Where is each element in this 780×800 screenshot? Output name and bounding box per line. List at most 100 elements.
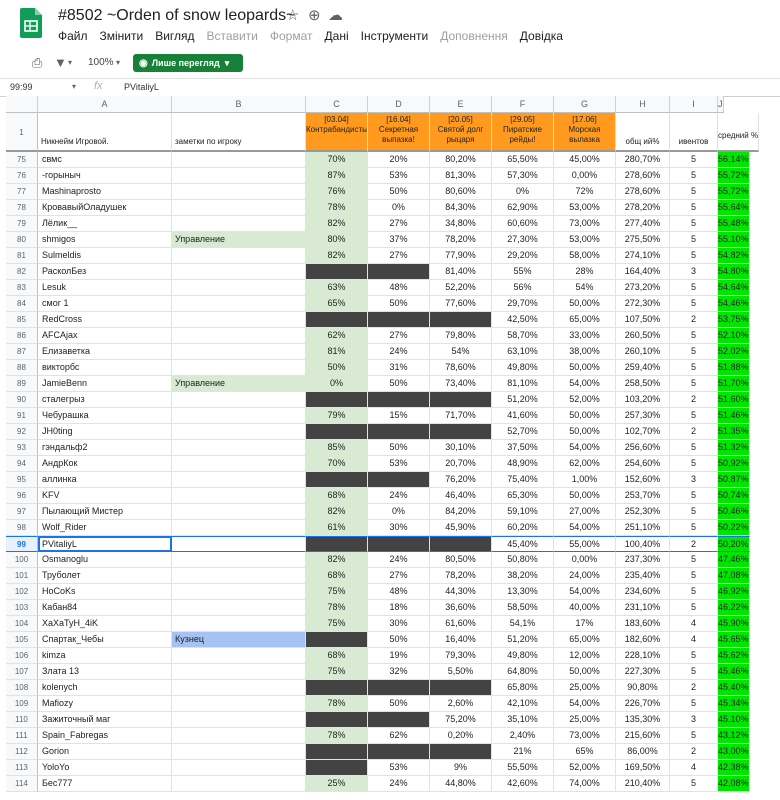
table-row[interactable]: 79 Лёлик__ 82% 27% 34,80% 60,60% 73,00% 277,40%… (6, 216, 780, 232)
table-row[interactable]: 87 Елизаветка 81% 24% 54% 63,10% 38,00% 260,10%… (6, 344, 780, 360)
event-score-cell[interactable]: 19% (368, 648, 430, 664)
table-row[interactable]: 98 Wolf_Rider 61% 30% 45,90% 60,20% 54,00% 251,… (6, 520, 780, 536)
note-cell[interactable] (172, 328, 306, 344)
event-score-cell[interactable]: 0,00% (554, 552, 616, 568)
average-cell[interactable]: 50,22% (718, 520, 750, 536)
event-score-cell[interactable]: 27% (368, 248, 430, 264)
event-score-cell[interactable]: 60,20% (492, 520, 554, 536)
nickname-cell[interactable]: Лёлик__ (38, 216, 172, 232)
note-cell[interactable] (172, 680, 306, 696)
events-count-cell[interactable]: 5 (670, 184, 718, 200)
total-cell[interactable]: 280,70% (616, 152, 670, 168)
event-score-cell[interactable] (430, 392, 492, 408)
events-count-cell[interactable]: 5 (670, 280, 718, 296)
note-cell[interactable] (172, 536, 306, 552)
total-cell[interactable]: 227,30% (616, 664, 670, 680)
events-count-cell[interactable]: 5 (670, 168, 718, 184)
average-cell[interactable]: 47,46% (718, 552, 750, 568)
row-number[interactable]: 93 (6, 440, 38, 456)
row-number[interactable]: 89 (6, 376, 38, 392)
event-score-cell[interactable]: 68% (306, 488, 368, 504)
event-score-cell[interactable]: 78% (306, 600, 368, 616)
event-score-cell[interactable] (306, 536, 368, 552)
filter-dropdown-icon[interactable]: ▾ (68, 58, 72, 67)
event-score-cell[interactable]: 54% (554, 280, 616, 296)
row-number[interactable]: 102 (6, 584, 38, 600)
event-score-cell[interactable]: 64,80% (492, 664, 554, 680)
column-header-f[interactable]: F (492, 96, 554, 113)
event-score-cell[interactable]: 80,60% (430, 184, 492, 200)
event-score-cell[interactable]: 50% (368, 184, 430, 200)
average-cell[interactable]: 46,22% (718, 600, 750, 616)
note-cell[interactable] (172, 456, 306, 472)
row-number[interactable]: 113 (6, 760, 38, 776)
events-count-cell[interactable]: 5 (670, 232, 718, 248)
row-number[interactable]: 77 (6, 184, 38, 200)
column-header-b[interactable]: B (172, 96, 306, 113)
note-cell[interactable] (172, 312, 306, 328)
events-count-cell[interactable]: 2 (670, 424, 718, 440)
events-count-cell[interactable]: 5 (670, 456, 718, 472)
event-score-cell[interactable]: 27% (368, 568, 430, 584)
row-number[interactable]: 91 (6, 408, 38, 424)
event-score-cell[interactable]: 81,10% (492, 376, 554, 392)
event-score-cell[interactable] (430, 536, 492, 552)
average-cell[interactable]: 45,62% (718, 648, 750, 664)
events-count-cell[interactable]: 5 (670, 328, 718, 344)
note-cell[interactable] (172, 168, 306, 184)
total-cell[interactable]: 253,70% (616, 488, 670, 504)
events-count-cell[interactable]: 5 (670, 376, 718, 392)
total-cell[interactable]: 234,60% (616, 584, 670, 600)
event-score-cell[interactable]: 65% (306, 296, 368, 312)
note-cell[interactable] (172, 408, 306, 424)
row-number[interactable]: 97 (6, 504, 38, 520)
event-score-cell[interactable]: 78,60% (430, 360, 492, 376)
event-score-cell[interactable]: 2,60% (430, 696, 492, 712)
event-score-cell[interactable]: 9% (430, 760, 492, 776)
events-count-cell[interactable]: 5 (670, 344, 718, 360)
event-score-cell[interactable]: 62,90% (492, 200, 554, 216)
event-score-cell[interactable]: 62% (368, 728, 430, 744)
events-count-cell[interactable]: 2 (670, 392, 718, 408)
event-score-cell[interactable]: 1,00% (554, 472, 616, 488)
table-row[interactable]: 76 -горыныч 87% 53% 81,30% 57,30% 0,00% 278,60%… (6, 168, 780, 184)
star-icon[interactable]: ☆ (286, 6, 299, 24)
note-cell[interactable] (172, 664, 306, 680)
event-score-cell[interactable] (368, 424, 430, 440)
total-cell[interactable]: 182,60% (616, 632, 670, 648)
events-count-cell[interactable]: 3 (670, 264, 718, 280)
event-score-cell[interactable]: 72% (554, 184, 616, 200)
event-score-cell[interactable]: 60,60% (492, 216, 554, 232)
event-score-cell[interactable]: 85% (306, 440, 368, 456)
event-score-cell[interactable]: 78,20% (430, 232, 492, 248)
row-number[interactable]: 99 (6, 536, 38, 552)
table-row[interactable]: 94 АндрКок 70% 53% 20,70% 48,90% 62,00% 254,60%… (6, 456, 780, 472)
event-score-cell[interactable]: 0% (368, 504, 430, 520)
table-row[interactable]: 114 Бес777 25% 24% 44,80% 42,60% 74,00% 210,40%… (6, 776, 780, 792)
event-score-cell[interactable]: 37,50% (492, 440, 554, 456)
event-score-cell[interactable]: 65% (554, 744, 616, 760)
average-cell[interactable]: 54,46% (718, 296, 750, 312)
nickname-cell[interactable]: аллинка (38, 472, 172, 488)
note-cell[interactable]: Управление (172, 376, 306, 392)
nickname-cell[interactable]: RedCross (38, 312, 172, 328)
table-row[interactable]: 99 PVitaliyL 45,40% 55,00% 100,40% 2 50,20% (6, 536, 780, 552)
table-row[interactable]: 95 аллинка 76,20% 75,40% 1,00% 152,60% 3 50,87% (6, 472, 780, 488)
event-score-cell[interactable]: 68% (306, 568, 368, 584)
average-cell[interactable]: 51,70% (718, 376, 750, 392)
table-row[interactable]: 101 Труболет 68% 27% 78,20% 38,20% 24,00% 235,4… (6, 568, 780, 584)
menu-item-1[interactable]: Змінити (94, 29, 150, 47)
cloud-status-icon[interactable]: ☁ (328, 6, 343, 24)
nickname-cell[interactable]: сталегрыз (38, 392, 172, 408)
event-score-cell[interactable]: 34,80% (430, 216, 492, 232)
table-row[interactable]: 91 Чебурашка 79% 15% 71,70% 41,60% 50,00% 257,3… (6, 408, 780, 424)
nickname-cell[interactable]: КровавыйОладушек (38, 200, 172, 216)
event-score-cell[interactable]: 48% (368, 280, 430, 296)
total-cell[interactable]: 260,10% (616, 344, 670, 360)
event-score-cell[interactable]: 44,80% (430, 776, 492, 792)
event-score-cell[interactable]: 70% (306, 152, 368, 168)
column-header-j[interactable]: J (718, 96, 724, 113)
table-row[interactable]: 96 KFV 68% 24% 46,40% 65,30% 50,00% 253,70% 5 50,… (6, 488, 780, 504)
average-cell[interactable]: 50,92% (718, 456, 750, 472)
row-number[interactable]: 87 (6, 344, 38, 360)
